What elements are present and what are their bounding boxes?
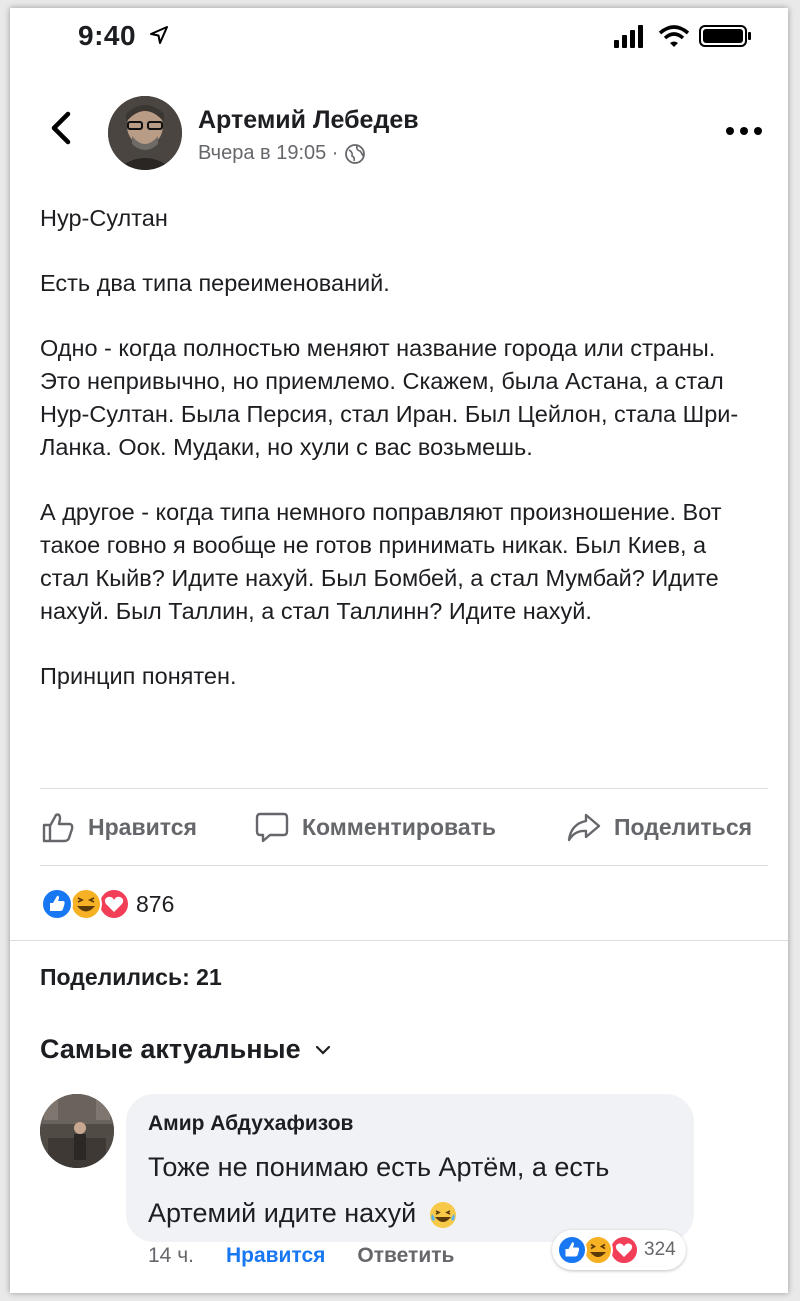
reaction-icons [41,888,130,920]
like-reaction-icon [557,1235,587,1265]
phone-screen: 9:40 Артемий Лебедев Вчера в 19:05 · Нур… [10,8,788,1293]
laughing-emoji-icon [429,1201,456,1228]
author-name[interactable]: Артемий Лебедев [198,106,419,135]
post-paragraph: Одно - когда полностью меняют название г… [40,335,739,460]
post-actions-bar: Нравится Комментировать Поделиться [40,788,768,866]
reactions-summary[interactable]: 876 [40,884,174,924]
share-icon [567,813,601,842]
like-reaction-icon [41,888,73,920]
comment-reaction-count: 324 [644,1239,676,1260]
sort-label: Самые актуальные [40,1034,301,1064]
more-dots-icon[interactable] [724,124,764,138]
post-meta: Вчера в 19:05 · [198,142,366,165]
comment-icon [255,812,289,843]
globe-icon [345,143,366,164]
status-time: 9:40 [78,20,137,51]
comment-reaction-icons [557,1235,639,1265]
comment-bubble: Амир Абдухафизов Тоже не понимаю есть Ар… [126,1094,694,1242]
post-header: Артемий Лебедев Вчера в 19:05 · [10,88,788,188]
post-paragraph: Есть два типа переименований. [40,270,390,296]
comment-text: Тоже не понимаю есть Артём, а есть Артем… [148,1152,610,1228]
comment-sort-selector[interactable]: Самые актуальные [40,1034,331,1065]
post-body: Нур-Султан Есть два типа переименований.… [40,202,760,725]
reaction-count: 876 [136,890,175,917]
post-time: Вчера в 19:05 · [198,142,339,164]
like-label: Нравится [88,813,197,840]
wifi-icon [658,25,690,47]
back-chevron-icon[interactable] [46,108,76,148]
haha-reaction-icon [583,1235,613,1265]
comment-like-link[interactable]: Нравится [226,1244,325,1268]
love-reaction-icon [609,1235,639,1265]
chevron-down-icon [315,1045,330,1055]
thumbs-up-icon [42,813,74,843]
signal-icon [614,25,643,48]
location-arrow-icon [150,26,168,44]
share-button[interactable]: Поделиться [566,809,752,845]
battery-icon [699,25,751,47]
author-avatar[interactable] [108,96,182,170]
post-paragraph: Нур-Султан [40,205,168,231]
divider [10,940,788,941]
commenter-avatar[interactable] [40,1094,114,1168]
comment-reactions[interactable]: 324 [552,1230,686,1270]
comment-text-block: Тоже не понимаю есть Артём, а есть Артем… [148,1144,688,1236]
status-bar: 9:40 [10,8,788,60]
comment-meta: 14 ч. Нравится Ответить [148,1244,454,1268]
shares-count[interactable]: Поделились: 21 [40,964,222,991]
like-button[interactable]: Нравится [40,809,197,845]
love-reaction-icon [98,888,130,920]
comment-reply-link[interactable]: Ответить [357,1244,454,1268]
comment-button[interactable]: Комментировать [254,809,496,845]
comment-time: 14 ч. [148,1244,194,1267]
comment-label: Комментировать [302,813,497,840]
status-icons [614,25,751,48]
comment-author[interactable]: Амир Абдухафизов [148,1112,353,1136]
post-paragraph: Принцип понятен. [40,663,237,689]
post-paragraph: А другое - когда типа немного поправляют… [40,499,722,624]
haha-reaction-icon [70,888,102,920]
share-label: Поделиться [614,813,753,840]
